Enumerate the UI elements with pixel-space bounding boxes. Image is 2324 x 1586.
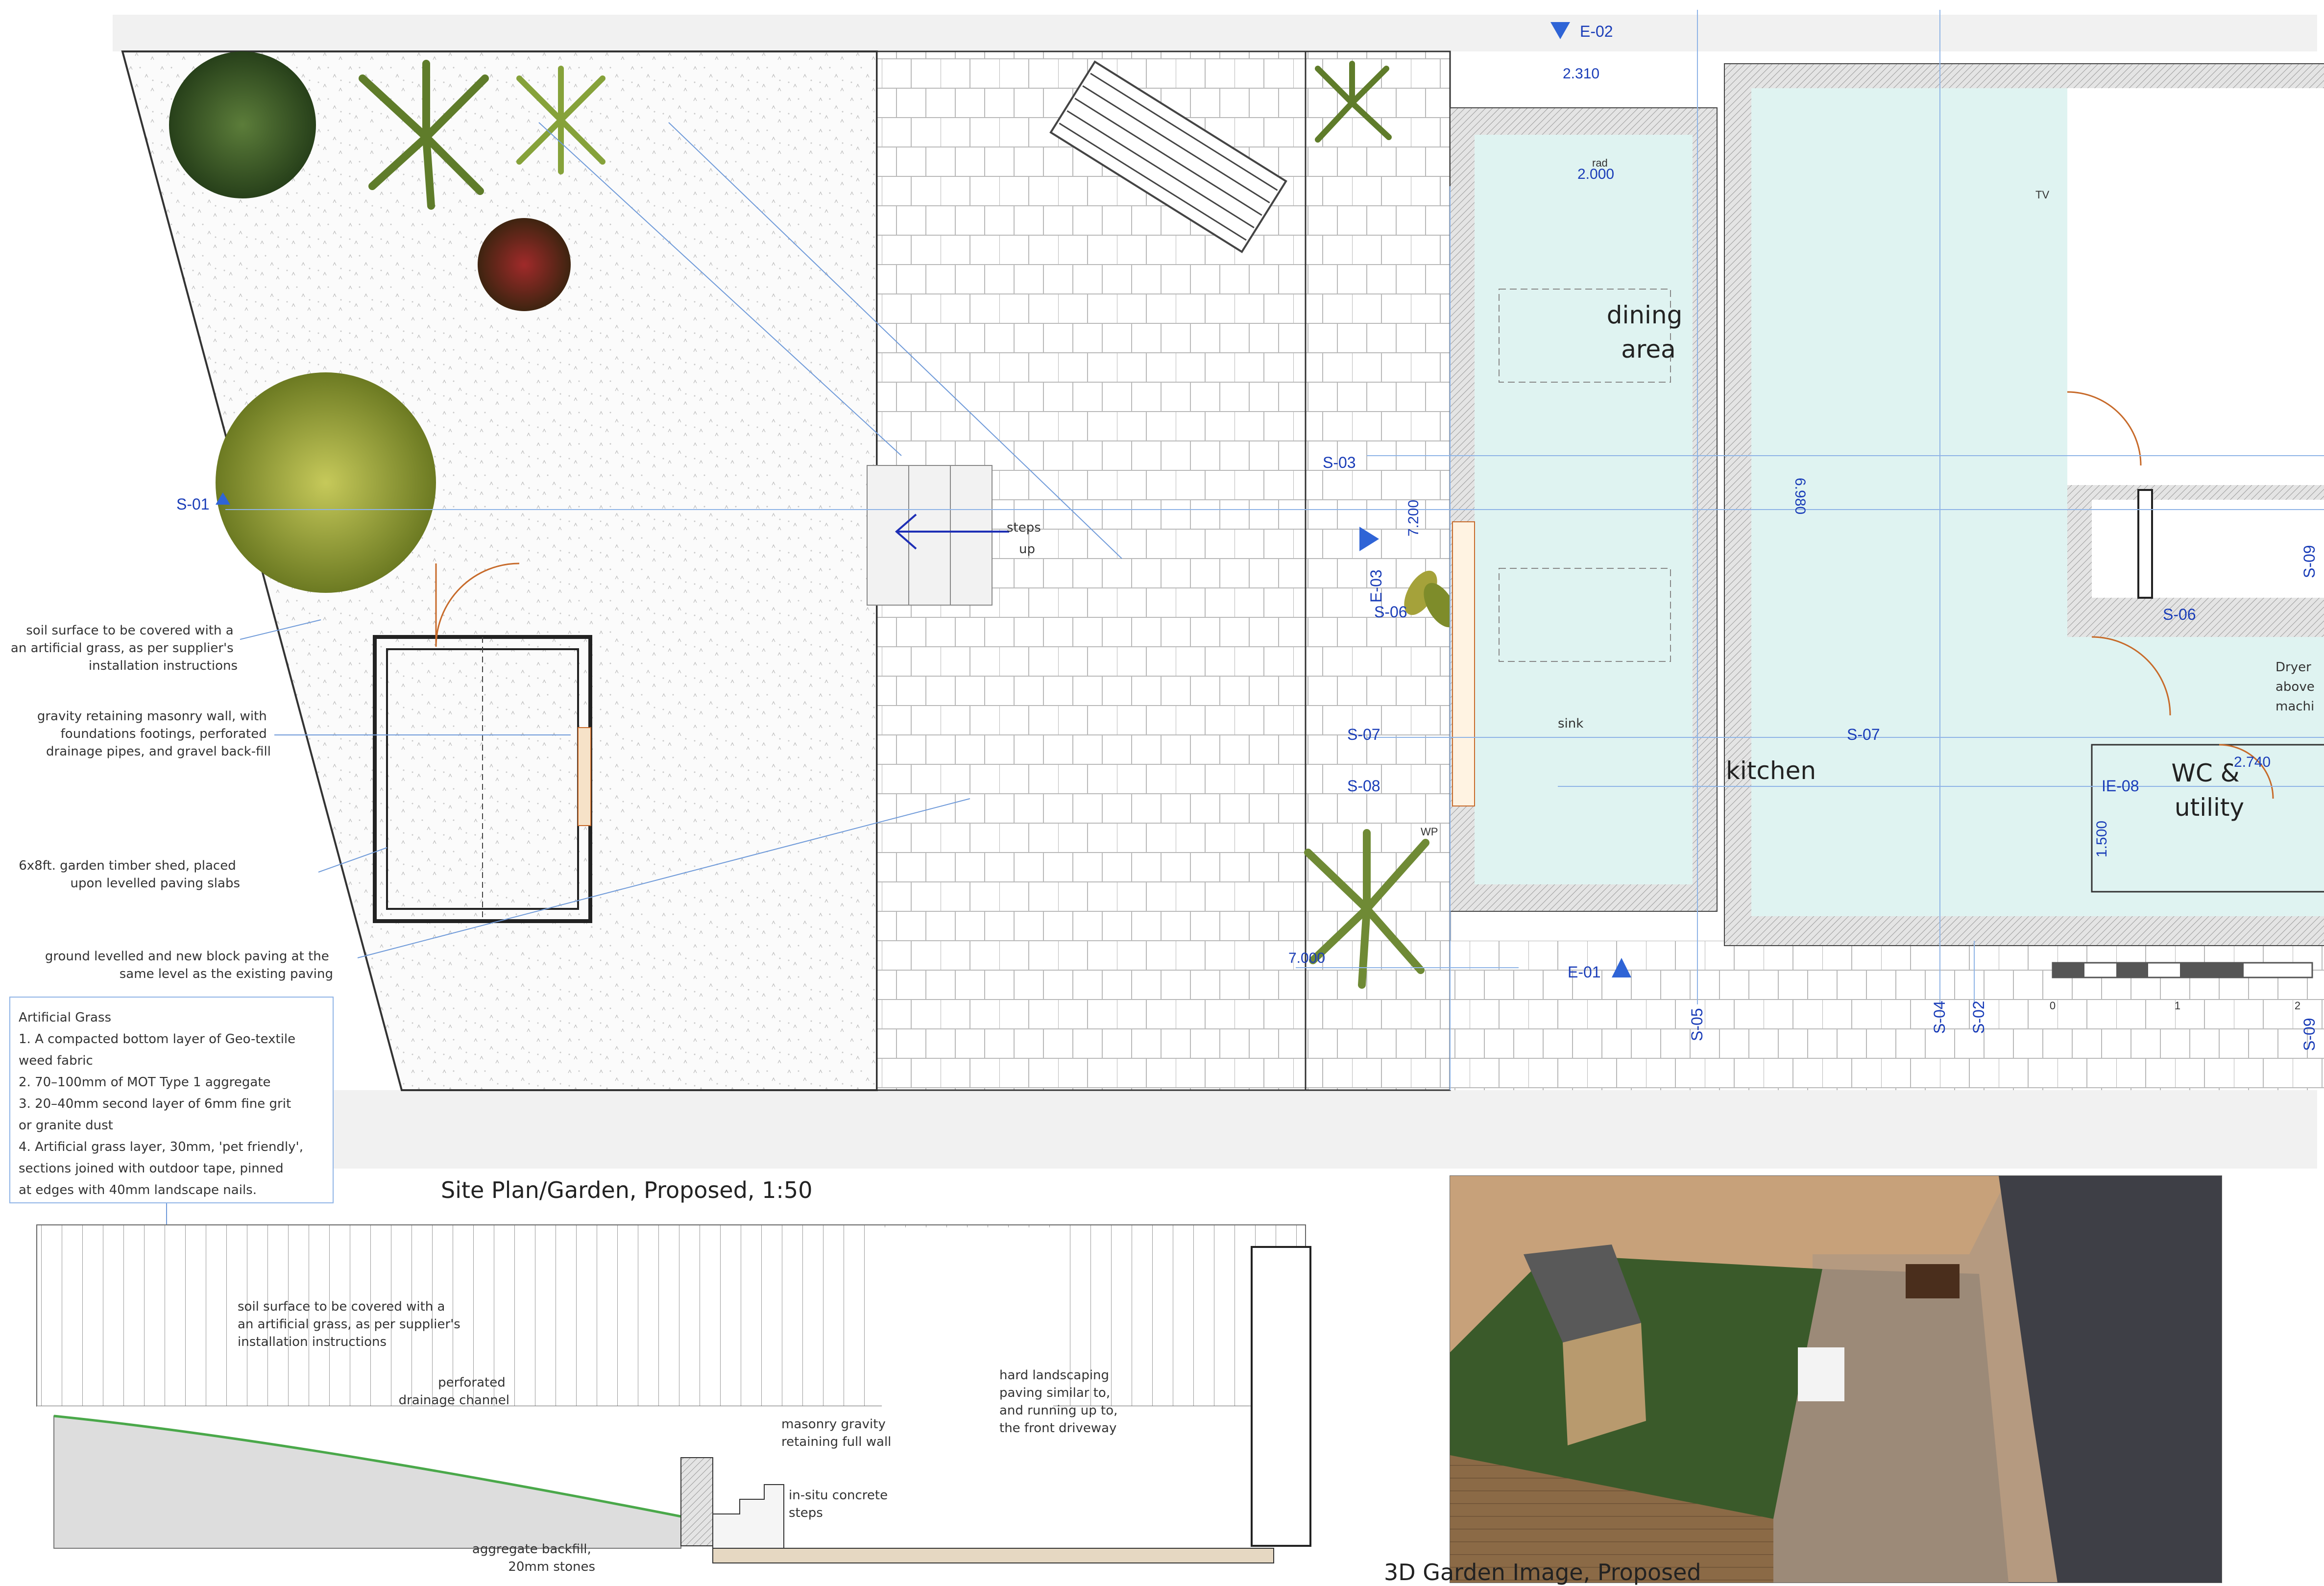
dim-7200: 7.200 <box>1405 500 1422 537</box>
annotation-shed: 6x8ft. garden timber shed, placed upon l… <box>19 858 240 891</box>
garden-section <box>36 1224 1311 1563</box>
garden-steps <box>867 465 1009 606</box>
artificial-grass-lawn <box>121 50 878 1091</box>
label-tv: TV <box>2035 189 2049 201</box>
hard-paving <box>712 1548 1274 1563</box>
label-s05: S-05 <box>1688 1008 1706 1041</box>
label-s04: S-04 <box>1931 1000 1948 1034</box>
label-s06b: S-06 <box>2163 606 2196 623</box>
dim-2310: 2.310 <box>1563 66 1599 82</box>
label-s03: S-03 <box>1323 454 1356 471</box>
grass-spec-text: Artificial Grass 1. A compacted bottom l… <box>19 1010 307 1197</box>
label-ie08: IE-08 <box>2102 777 2139 795</box>
render-bench <box>1906 1264 1960 1298</box>
label-dryer: Dryer above machi <box>2276 660 2319 714</box>
scale-1: 1 <box>2175 1000 2180 1012</box>
shrub-red <box>478 218 571 311</box>
render-steps <box>1798 1347 1844 1401</box>
label-s09b: S-09 <box>2300 1018 2318 1051</box>
label-s02: S-02 <box>1970 1000 1987 1034</box>
dim-6980: 6.980 <box>1792 478 1808 514</box>
label-s01: S-01 <box>176 495 210 513</box>
shrub-dark <box>169 51 316 198</box>
label-s07b: S-07 <box>1847 726 1880 743</box>
label-s07a: S-07 <box>1347 726 1380 743</box>
label-s06a: S-06 <box>1374 603 1407 621</box>
scale-0: 0 <box>2050 1000 2056 1012</box>
dim-2000: 2.000 <box>1577 166 1614 182</box>
plan-title: Site Plan/Garden, Proposed, 1:50 <box>441 1177 812 1203</box>
dim-2740: 2.740 <box>2234 754 2271 770</box>
scale-2: 2 <box>2295 1000 2300 1012</box>
label-wp: WP <box>1421 826 1438 838</box>
annotation-paving: ground levelled and new block paving at … <box>45 949 333 981</box>
drawing-sheet: Site Plan/Garden, Proposed, 1:50 3D Gard… <box>9 10 2324 1586</box>
label-e01: E-01 <box>1568 963 1601 981</box>
annotation-retaining-wall: gravity retaining masonry wall, with fou… <box>37 709 271 759</box>
dim-1500: 1.500 <box>2094 821 2110 857</box>
room-kitchen: kitchen <box>1726 756 1816 785</box>
scale-bar <box>2052 962 2313 978</box>
section-annotation-backfill: aggregate backfill, 20mm stones <box>472 1542 595 1574</box>
label-s09a: S-09 <box>2300 545 2318 578</box>
garden-render <box>1450 1175 2222 1583</box>
label-sink: sink <box>1558 716 1583 731</box>
retaining-wall <box>680 1457 713 1546</box>
dim-7000: 7.000 <box>1288 950 1325 966</box>
house-wall-section <box>1251 1246 1311 1547</box>
bottom-border-strip <box>132 1090 2317 1169</box>
render-title: 3D Garden Image, Proposed <box>1384 1559 1701 1586</box>
annotation-grass: soil surface to be covered with a an art… <box>11 623 238 673</box>
label-e03: E-03 <box>1367 569 1385 603</box>
label-e02: E-02 <box>1580 23 1613 40</box>
top-border-strip <box>113 15 2317 51</box>
shrub-yellow <box>216 372 436 593</box>
label-s08: S-08 <box>1347 777 1380 795</box>
fence <box>36 1224 1306 1407</box>
